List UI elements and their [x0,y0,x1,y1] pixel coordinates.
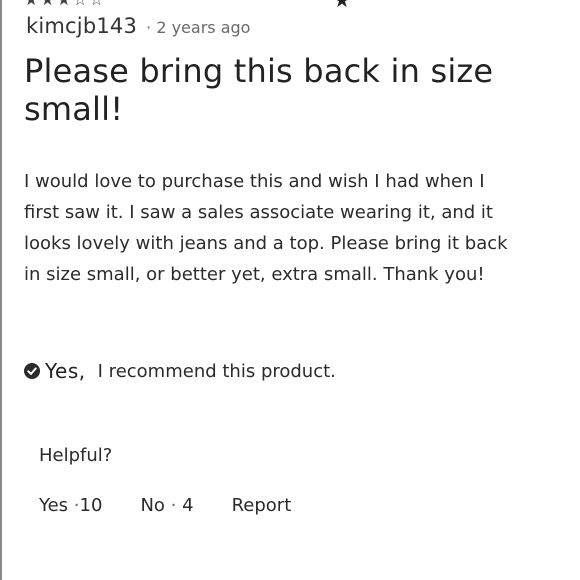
helpful-no-count: 4 [182,495,194,516]
star-icon: ★★★☆☆ [24,0,106,9]
review-meta: kimcjb143 · 2 years ago [26,14,250,38]
review-username[interactable]: kimcjb143 [26,14,137,38]
helpful-no-label: No [140,495,165,516]
recommendation: Yes, I recommend this product. [24,359,336,383]
star-icon: ★ [333,0,351,12]
helpful-no-button[interactable]: No · 4 [140,495,193,516]
recommend-text: I recommend this product. [97,360,336,382]
helpful-yes-count: 10 [79,495,103,516]
helpful-actions: Yes ·10 No · 4 Report [39,495,291,516]
helpful-yes-button[interactable]: Yes ·10 [39,495,102,516]
review-body: I would love to purchase this and wish I… [24,171,508,285]
star-rating-partial: ★★★☆☆ [24,0,106,9]
separator-dot: · [170,495,177,516]
recommend-yes: Yes, [45,359,86,383]
report-button[interactable]: Report [232,495,292,516]
helpful-label: Helpful? [39,445,113,466]
helpful-yes-label: Yes [39,495,69,516]
review-title: Please bring this back in size small! [24,52,494,128]
partial-icon: ✓ [383,0,396,5]
check-circle-icon [24,363,40,379]
review-timestamp: · 2 years ago [146,18,251,37]
left-divider [0,0,2,580]
